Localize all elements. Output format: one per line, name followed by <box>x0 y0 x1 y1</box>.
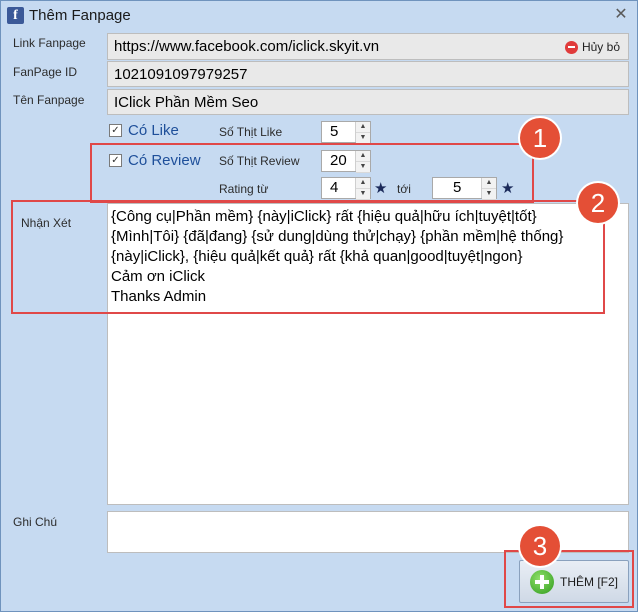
ten-fanpage-field[interactable]: IClick Phần Mềm Seo <box>107 89 629 115</box>
stepper-up-icon[interactable]: ▲ <box>356 122 370 133</box>
label-link-fanpage: Link Fanpage <box>13 36 86 50</box>
label-ghi-chu: Ghi Chú <box>13 515 58 529</box>
label-so-thit-like: Số Thịt Like <box>219 125 283 139</box>
callout-box-2 <box>11 200 605 314</box>
close-icon[interactable]: ✕ <box>611 6 631 24</box>
ten-fanpage-value: IClick Phần Mềm Seo <box>114 94 259 111</box>
fanpage-id-value: 1021091097979257 <box>114 66 248 83</box>
no-entry-icon <box>564 40 578 54</box>
label-fanpage-id: FanPage ID <box>13 65 78 79</box>
badge-2: 2 <box>578 183 618 223</box>
so-thit-like-value: 5 <box>330 123 339 140</box>
clear-button[interactable]: Hủy bỏ <box>564 40 620 54</box>
co-like-checkbox[interactable]: ✓ Có Like <box>109 122 179 139</box>
callout-box-1 <box>90 143 534 203</box>
link-fanpage-field[interactable]: https://www.facebook.com/iclick.skyit.vn… <box>107 33 629 60</box>
window-title: Thêm Fanpage <box>29 7 131 24</box>
checkbox-mark: ✓ <box>109 124 122 137</box>
stepper-arrows[interactable]: ▲ ▼ <box>355 122 370 144</box>
clear-button-label: Hủy bỏ <box>581 40 620 54</box>
badge-1: 1 <box>520 118 560 158</box>
callout-box-3 <box>504 550 634 608</box>
facebook-icon: f <box>7 7 24 24</box>
so-thit-like-stepper[interactable]: 5 ▲ ▼ <box>321 121 371 144</box>
fanpage-id-field[interactable]: 1021091097979257 <box>107 61 629 87</box>
label-ten-fanpage: Tên Fanpage <box>13 93 85 107</box>
link-fanpage-value: https://www.facebook.com/iclick.skyit.vn <box>114 38 380 55</box>
badge-3: 3 <box>520 526 560 566</box>
titlebar: f Thêm Fanpage ✕ <box>1 1 637 31</box>
co-like-label: Có Like <box>128 122 179 139</box>
